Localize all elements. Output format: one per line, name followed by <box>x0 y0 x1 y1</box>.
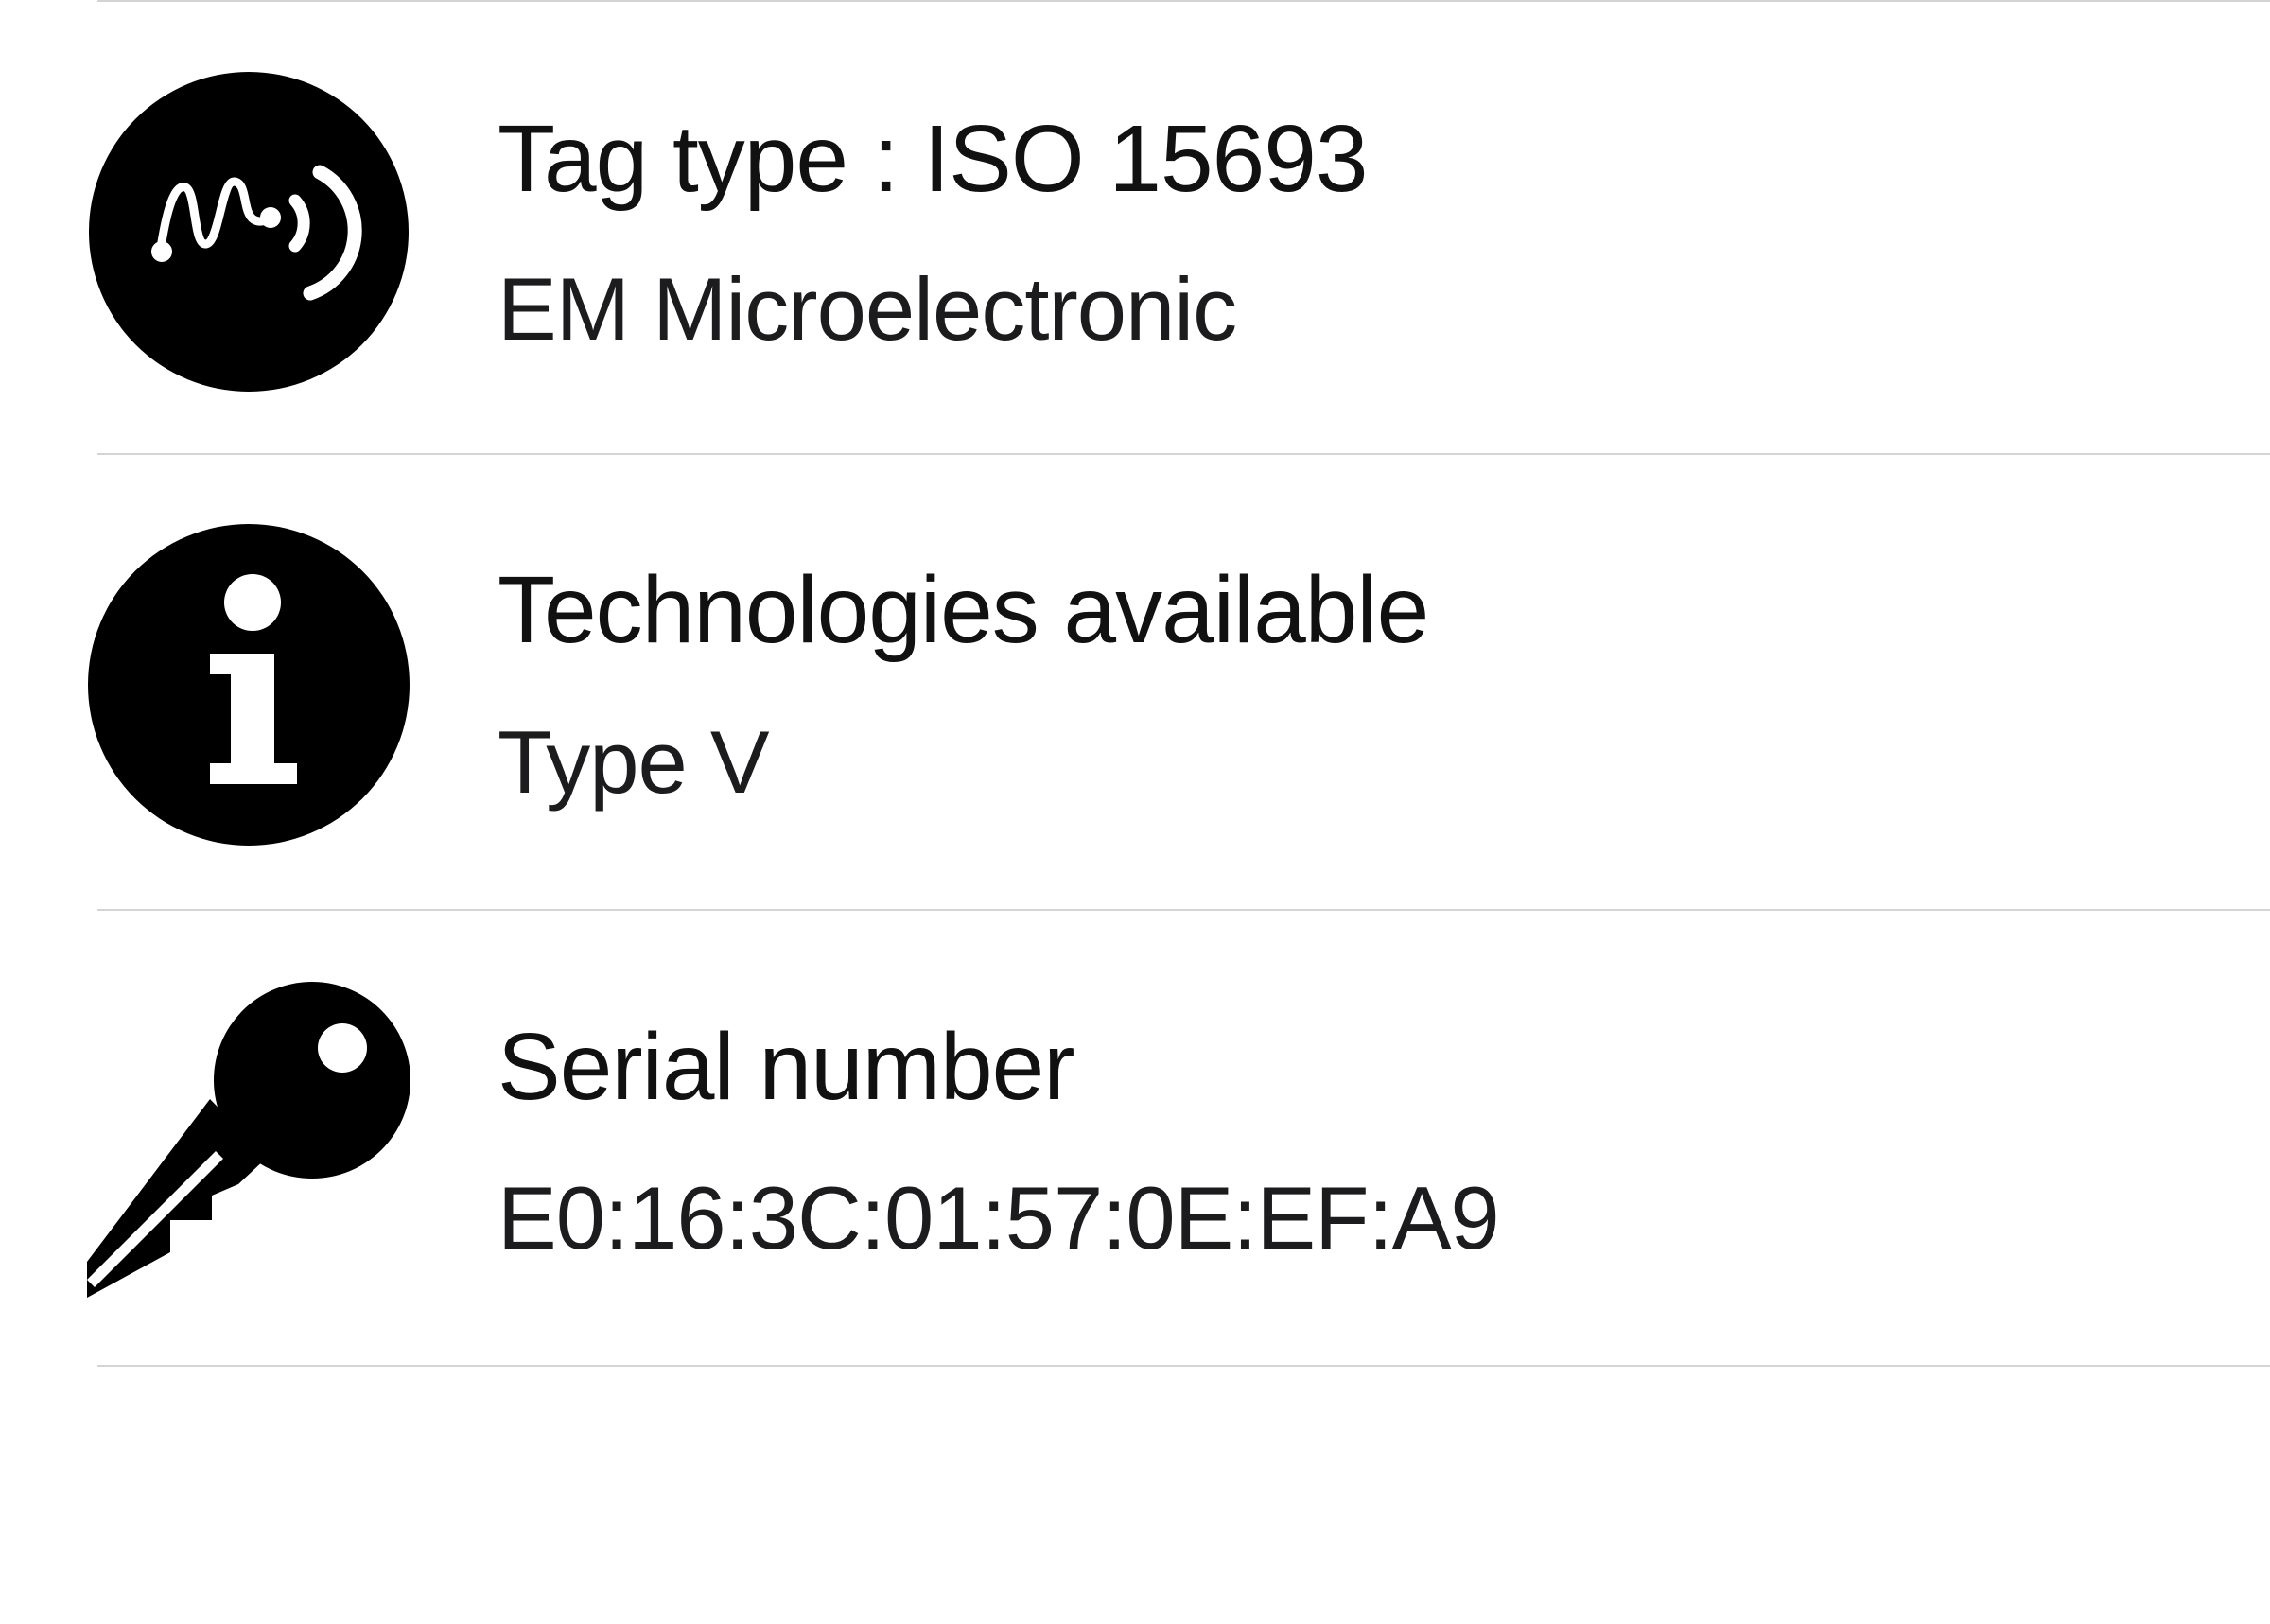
tag-info-list: Tag type : ISO 15693 EM Microelectronic … <box>0 0 2270 1624</box>
separator <box>97 1365 2270 1367</box>
key-icon <box>87 982 410 1305</box>
item-subtitle: E0:16:3C:01:57:0E:EF:A9 <box>498 1168 1500 1267</box>
item-subtitle: Type V <box>498 712 770 812</box>
info-icon <box>87 523 410 847</box>
list-item-serial-number[interactable]: Serial number E0:16:3C:01:57:0E:EF:A9 <box>0 911 2270 1365</box>
list-item-tag-type[interactable]: Tag type : ISO 15693 EM Microelectronic <box>0 2 2270 456</box>
item-subtitle: EM Microelectronic <box>498 259 1237 358</box>
item-title: Technologies available <box>498 557 1429 663</box>
nfc-wave-icon <box>87 70 410 393</box>
list-item-technologies[interactable]: Technologies available Type V <box>0 455 2270 909</box>
item-title: Tag type : ISO 15693 <box>498 106 1369 212</box>
item-title: Serial number <box>498 1014 1075 1120</box>
